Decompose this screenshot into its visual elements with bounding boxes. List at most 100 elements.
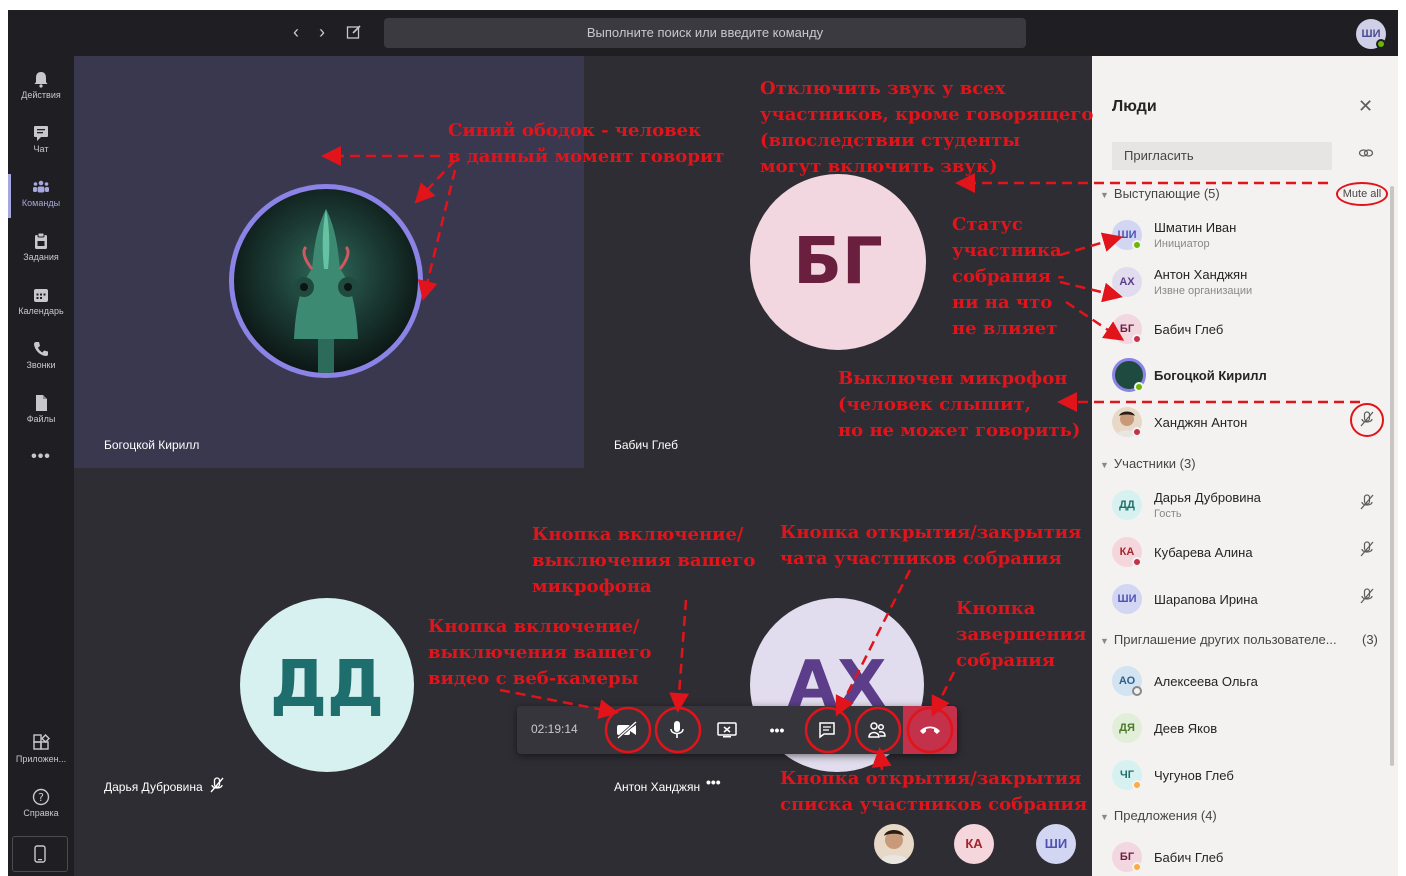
- attendees-section-header[interactable]: ▼ Участники (3): [1100, 456, 1196, 471]
- presence-offline-icon: [1132, 686, 1142, 696]
- person-name: Дарья Дубровина: [1154, 490, 1261, 505]
- mini-avatar-photo[interactable]: [874, 824, 914, 864]
- annotation-circle: [1350, 403, 1384, 437]
- mobile-device-icon[interactable]: [12, 836, 68, 872]
- tile-name: Дарья Дубровина: [104, 780, 203, 794]
- presence-available-icon: [1134, 382, 1144, 392]
- mini-avatar[interactable]: ШИ: [1036, 824, 1076, 864]
- share-screen-button[interactable]: [707, 710, 747, 750]
- chameleon-photo-icon: [294, 209, 358, 373]
- person-photo-icon: [878, 830, 910, 864]
- apps-icon: [33, 734, 50, 750]
- back-arrow-icon[interactable]: ‹: [286, 22, 306, 43]
- rail-label: Календарь: [18, 306, 64, 316]
- person-row[interactable]: БГ Бабич Глеб: [1112, 838, 1382, 876]
- stop-share-icon: [717, 722, 737, 738]
- forward-arrow-icon[interactable]: ›: [312, 22, 332, 43]
- rail-item-calls[interactable]: Звонки: [8, 334, 74, 384]
- more-apps-icon[interactable]: •••: [8, 448, 74, 472]
- person-row[interactable]: АХ Антон Ханджян Извне организации: [1112, 263, 1382, 303]
- chat-toggle-button[interactable]: [807, 710, 847, 750]
- rail-item-apps[interactable]: Приложен...: [8, 728, 74, 778]
- avatar: ДД: [1112, 490, 1142, 520]
- rail-item-calendar[interactable]: Календарь: [8, 280, 74, 330]
- rail-label: Чат: [33, 144, 49, 154]
- my-avatar-initials: ШИ: [1361, 28, 1381, 40]
- rail-label: Файлы: [26, 414, 56, 424]
- rail-label: Звонки: [26, 360, 56, 370]
- rail-label: Действия: [21, 90, 61, 100]
- rail-item-files[interactable]: Файлы: [8, 388, 74, 438]
- share-link-icon[interactable]: [1358, 146, 1374, 160]
- person-name: Деев Яков: [1154, 721, 1218, 736]
- phone-icon: [34, 342, 48, 356]
- search-input[interactable]: Выполните поиск или введите команду: [384, 18, 1026, 48]
- participants-toggle-button[interactable]: [857, 710, 897, 750]
- app-rail: Действия Чат Команды Задания Календарь З…: [8, 56, 74, 876]
- suggestions-section-header[interactable]: ▼ Предложения (4): [1100, 808, 1217, 823]
- mic-toggle-button[interactable]: [657, 710, 697, 750]
- calendar-icon: [34, 289, 48, 302]
- person-name: Богоцкой Кирилл: [1154, 368, 1267, 383]
- top-bar: ‹ › Выполните поиск или введите команду …: [8, 10, 1398, 56]
- avatar-initials-large: БГ: [750, 174, 926, 350]
- annotation-end-button: Кнопка завершения собрания: [956, 598, 1087, 671]
- section-label: Предложения (4): [1113, 808, 1217, 823]
- person-row[interactable]: КА Кубарева Алина: [1112, 533, 1382, 573]
- compose-icon[interactable]: [346, 24, 362, 45]
- more-actions-icon[interactable]: •••: [757, 710, 797, 750]
- rail-label: Команды: [21, 198, 61, 208]
- presence-available-icon: [1376, 39, 1386, 49]
- panel-scrollbar[interactable]: [1390, 186, 1394, 766]
- person-row[interactable]: БГ Бабич Глеб: [1112, 310, 1382, 350]
- hang-up-button[interactable]: [903, 706, 957, 754]
- person-name: Антон Ханджян: [1154, 267, 1248, 282]
- help-icon: ?: [32, 788, 50, 806]
- annotation-chat-button: Кнопка открытия/закрытия чата участников…: [780, 522, 1082, 569]
- presence-busy-icon: [1132, 427, 1142, 437]
- presence-busy-icon: [1132, 557, 1142, 567]
- bell-icon: [34, 72, 48, 88]
- tile-more-icon[interactable]: •••: [706, 774, 721, 790]
- person-row[interactable]: ШИ Шматин Иван Инициатор: [1112, 216, 1382, 256]
- person-row[interactable]: Ханджян Антон: [1112, 403, 1384, 443]
- mute-all-button[interactable]: Mute all: [1336, 182, 1388, 206]
- rail-item-help[interactable]: ? Справка: [8, 782, 74, 832]
- chat-icon: [819, 722, 835, 739]
- close-icon[interactable]: ✕: [1358, 96, 1373, 117]
- annotation-status: Статус участника собрания - ни на что не…: [952, 214, 1065, 339]
- person-row[interactable]: Богоцкой Кирилл: [1112, 356, 1382, 396]
- person-row[interactable]: ДЯ Деев Яков: [1112, 709, 1382, 749]
- rail-label: Приложен...: [15, 754, 67, 764]
- my-avatar[interactable]: ШИ: [1356, 19, 1386, 49]
- tile-name: Богоцкой Кирилл: [104, 438, 200, 452]
- annotation-mic-off: Выключен микрофон (человек слышит, но не…: [838, 368, 1081, 441]
- person-name: Кубарева Алина: [1154, 545, 1253, 560]
- person-name: Шматин Иван: [1154, 220, 1237, 235]
- mini-avatar[interactable]: КА: [954, 824, 994, 864]
- rail-item-teams[interactable]: Команды: [8, 172, 74, 222]
- rail-item-activity[interactable]: Действия: [8, 64, 74, 114]
- people-panel: Люди ✕ Пригласить ▼ Выступающие (5) Mute …: [1092, 56, 1398, 876]
- presenters-section-header[interactable]: ▼ Выступающие (5): [1100, 186, 1220, 201]
- invited-section-header[interactable]: ▼ Приглашение других пользователе...: [1100, 632, 1337, 647]
- invite-input[interactable]: Пригласить: [1112, 142, 1332, 170]
- rail-item-chat[interactable]: Чат: [8, 118, 74, 168]
- person-role: Гость: [1154, 508, 1182, 520]
- hang-up-icon: [920, 726, 940, 734]
- tile-name: Бабич Глеб: [614, 438, 678, 452]
- person-row[interactable]: ЧГ Чугунов Глеб: [1112, 756, 1382, 796]
- rail-item-assignments[interactable]: Задания: [8, 226, 74, 276]
- presence-busy-icon: [1132, 334, 1142, 344]
- person-row[interactable]: ШИ Шарапова Ирина: [1112, 580, 1382, 620]
- person-name: Алексеева Ольга: [1154, 674, 1258, 689]
- annotation-cam-button: Кнопка включение/ выключения вашего виде…: [428, 616, 652, 689]
- presence-away-icon: [1132, 862, 1142, 872]
- avatar: ШИ: [1112, 584, 1142, 614]
- camera-toggle-button[interactable]: [607, 710, 647, 750]
- person-name: Чугунов Глеб: [1154, 768, 1234, 783]
- presence-available-icon: [1132, 240, 1142, 250]
- person-row[interactable]: АО Алексеева Ольга: [1112, 662, 1382, 702]
- camera-off-icon: [617, 721, 637, 739]
- person-row[interactable]: ДД Дарья Дубровина Гость: [1112, 486, 1382, 526]
